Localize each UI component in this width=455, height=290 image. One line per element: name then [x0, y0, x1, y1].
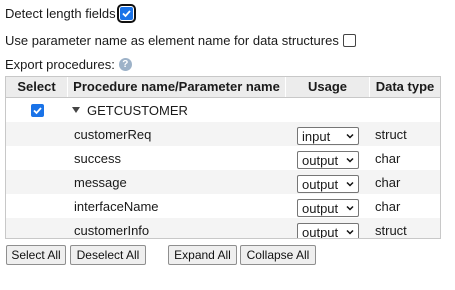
detect-length-checkbox[interactable] — [116, 4, 136, 23]
column-header-select[interactable]: Select — [6, 77, 68, 97]
parameter-datatype: struct — [375, 222, 407, 238]
chevron-down-icon — [346, 181, 354, 187]
parameter-datatype: char — [375, 174, 401, 190]
use-param-name-label: Use parameter name as element name for d… — [5, 33, 339, 48]
detect-length-label: Detect length fields — [5, 6, 116, 21]
checkmark-icon — [32, 106, 42, 114]
parameter-name: success — [74, 150, 121, 166]
select-all-button[interactable]: Select All — [6, 245, 66, 265]
chevron-down-icon — [346, 133, 354, 139]
column-header-usage[interactable]: Usage — [286, 77, 370, 97]
parameter-datatype: struct — [375, 126, 407, 142]
parameter-name: message — [74, 174, 127, 190]
parameter-row: customerReq input struct — [6, 122, 440, 146]
usage-select[interactable]: output — [297, 151, 359, 169]
usage-select[interactable]: output — [297, 223, 359, 239]
expand-triangle-icon[interactable] — [72, 107, 80, 113]
parameter-row: success output char — [6, 146, 440, 170]
use-param-name-checkbox[interactable] — [342, 34, 356, 47]
usage-select-value: output — [302, 200, 339, 216]
procedures-grid: Select Procedure name/Parameter name Usa… — [5, 76, 441, 239]
parameter-datatype: char — [375, 150, 401, 166]
parameter-row: message output char — [6, 170, 440, 194]
chevron-down-icon — [346, 229, 354, 235]
usage-select-value: output — [302, 176, 339, 192]
deselect-all-button[interactable]: Deselect All — [70, 245, 146, 265]
usage-select[interactable]: input — [297, 127, 359, 145]
export-procedures-label: Export procedures: — [5, 57, 115, 72]
parameter-name: interfaceName — [74, 198, 159, 214]
parameter-row: customerInfo output struct — [6, 218, 440, 239]
procedure-name: GETCUSTOMER — [87, 102, 188, 118]
usage-select[interactable]: output — [297, 199, 359, 217]
parameter-datatype: char — [375, 198, 401, 214]
collapse-all-button[interactable]: Collapse All — [240, 245, 316, 265]
parameter-row: interfaceName output char — [6, 194, 440, 218]
checkmark-icon — [121, 10, 131, 18]
column-header-name[interactable]: Procedure name/Parameter name — [68, 77, 286, 97]
procedure-row[interactable]: GETCUSTOMER — [6, 98, 440, 122]
column-header-datatype[interactable]: Data type — [370, 77, 440, 97]
procedure-select-checkbox[interactable] — [30, 103, 44, 117]
usage-select-value: input — [302, 128, 331, 144]
usage-select-value: output — [302, 152, 339, 168]
usage-select-value: output — [302, 224, 339, 239]
grid-header: Select Procedure name/Parameter name Usa… — [6, 77, 440, 98]
parameter-name: customerReq — [74, 126, 152, 142]
detect-length-option[interactable]: Detect length fields — [5, 4, 136, 23]
usage-select[interactable]: output — [297, 175, 359, 193]
use-param-name-option[interactable]: Use parameter name as element name for d… — [5, 33, 356, 48]
parameter-name: customerInfo — [74, 222, 150, 238]
expand-all-button[interactable]: Expand All — [168, 245, 237, 265]
chevron-down-icon — [346, 157, 354, 163]
chevron-down-icon — [346, 205, 354, 211]
help-icon[interactable]: ? — [118, 58, 132, 71]
export-procedures-heading: Export procedures: ? — [5, 57, 132, 72]
